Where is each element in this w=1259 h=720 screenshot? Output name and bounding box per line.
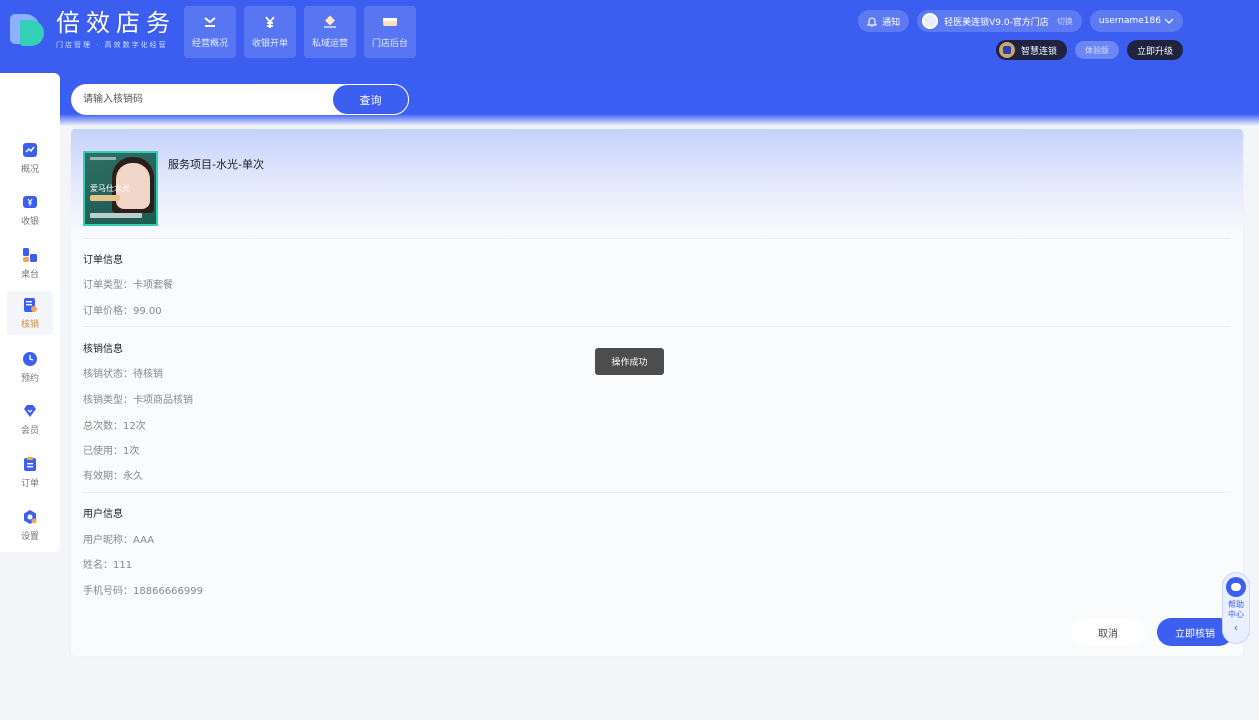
section-divider [83,492,1231,493]
plan-crown-icon [998,42,1015,58]
success-toast: 操作成功 [595,348,664,375]
verify-status: 核销状态：待核销 [83,369,163,380]
store-avatar [922,13,939,29]
top-nav-store-admin[interactable]: 门店后台 [364,6,416,58]
notify-label: 通知 [882,17,901,28]
cashier-icon [23,194,37,208]
sidebar: 概况 收银 桌台 核销 预约 会员 订单 设置 [0,73,60,552]
switch-store-link[interactable]: 切换 [1057,16,1073,27]
validity: 有效期：永久 [83,471,143,482]
store-name: 轻医美连锁V9.0-官方门店 [944,17,1049,28]
top-nav-label: 收银开单 [251,39,288,49]
user-name: 姓名：111 [83,560,133,571]
used-count: 已使用：1次 [83,446,140,457]
top-nav-label: 门店后台 [371,39,408,49]
verify-info-title: 核销信息 [83,344,123,355]
sidebar-item-booking[interactable]: 预约 [0,345,60,389]
member-icon [23,403,37,417]
plan-badge[interactable]: 智慧连锁 [995,40,1067,60]
section-divider [83,238,1231,239]
settings-icon [23,509,37,524]
tables-icon [23,247,37,262]
top-nav-overview[interactable]: 经营概况 [184,6,236,58]
sidebar-item-label: 订单 [20,478,39,489]
yen-icon [262,15,278,29]
order-icon [23,456,37,471]
sidebar-item-settings[interactable]: 设置 [0,503,60,547]
sidebar-item-label: 设置 [20,531,39,542]
verify-detail-card: 爱马仕水光 服务项目-水光-单次 订单信息 订单类型：卡项套餐 订单价格：99.… [71,129,1243,656]
top-nav-cashier[interactable]: 收银开单 [244,6,296,58]
chevron-down-icon [1164,18,1174,24]
header-right-top: 通知 轻医美连锁V9.0-官方门店 切换 username186 [858,10,1183,32]
header-right-bottom: 智慧连锁 体验版 立即升级 [995,40,1183,60]
help-center-button[interactable]: 帮助中心 ‹ [1222,572,1250,644]
user-nickname: 用户昵称：AAA [83,535,155,546]
plan-label: 智慧连锁 [1020,46,1057,57]
top-header: 倍效店务 门店管理 · 高效数字化经营 经营概况 收银开单 私域运营 门店后台 … [0,0,1259,72]
section-divider [83,326,1231,327]
sidebar-item-overview[interactable]: 概况 [0,136,60,180]
trial-tag: 体验版 [1074,41,1119,59]
sidebar-item-label: 预约 [20,373,39,384]
thumbnail-text: 爱马仕水光 [90,184,130,193]
app-logo: 倍效店务 门店管理 · 高效数字化经营 [10,8,176,50]
app-subtitle: 门店管理 · 高效数字化经营 [56,41,168,49]
sidebar-item-label: 会员 [20,425,39,436]
clock-icon [23,351,37,366]
cancel-button[interactable]: 取消 [1071,618,1145,646]
store-switcher[interactable]: 轻医美连锁V9.0-官方门店 切换 [917,10,1082,32]
top-nav-label: 经营概况 [191,39,228,49]
bell-icon [867,16,878,27]
sidebar-item-label: 概况 [20,164,39,175]
service-title: 服务项目-水光-单次 [168,158,264,171]
diamond-icon [322,15,338,29]
sidebar-item-label: 核销 [20,319,39,330]
app-title: 倍效店务 [56,9,176,37]
trend-icon [202,15,218,29]
card-header-glow [71,129,1243,239]
sidebar-item-orders[interactable]: 订单 [0,450,60,494]
user-info-title: 用户信息 [83,509,123,520]
logo-icon [10,8,48,48]
verify-icon [23,297,37,312]
order-type: 订单类型：卡项套餐 [83,280,173,291]
order-info-title: 订单信息 [83,255,123,266]
top-nav-label: 私域运营 [311,39,348,49]
upgrade-button[interactable]: 立即升级 [1126,40,1183,60]
sidebar-item-verify[interactable]: 核销 [0,291,60,335]
username: username186 [1098,16,1161,26]
store-icon [382,15,398,29]
user-phone: 手机号码：18866666999 [83,586,203,597]
top-nav: 经营概况 收银开单 私域运营 门店后台 [184,6,416,58]
verify-type: 核销类型：卡项商品核销 [83,395,193,406]
notify-button[interactable]: 通知 [858,10,910,32]
sidebar-item-label: 收银 [20,216,39,227]
total-count: 总次数：12次 [83,421,146,432]
chevron-left-icon[interactable]: ‹ [1234,621,1238,634]
chart-icon [23,142,37,157]
chat-bubble-icon [1226,577,1246,597]
sidebar-item-tables[interactable]: 桌台 [0,241,60,285]
service-thumbnail: 爱马仕水光 [83,151,158,226]
order-price: 订单价格：99.00 [83,306,162,317]
top-nav-private-domain[interactable]: 私域运营 [304,6,356,58]
user-menu[interactable]: username186 [1089,10,1183,32]
sidebar-item-label: 桌台 [20,269,39,280]
verify-code-search: 查询 [71,84,409,115]
sidebar-item-cashier[interactable]: 收银 [0,188,60,232]
query-button[interactable]: 查询 [332,84,409,115]
sidebar-item-member[interactable]: 会员 [0,397,60,441]
help-center-label: 帮助中心 [1228,600,1244,619]
